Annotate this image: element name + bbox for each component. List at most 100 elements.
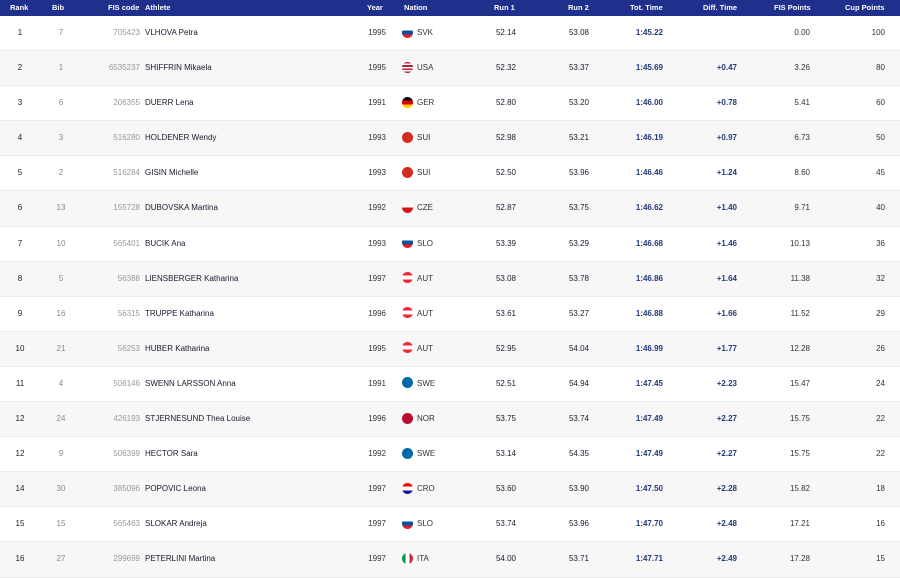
bib-cell: 30 [56,484,66,494]
table-row[interactable]: 9 16 56315 TRUPPE Katharina 1996 53.61 53.27 1:… [0,297,900,332]
svk-flag-icon [402,26,413,38]
run1-cell: 52.32 [495,63,516,73]
nation-cell: USA [402,51,433,85]
header-diff-time[interactable]: Diff. Time [703,3,737,12]
table-row[interactable]: 12 24 426193 STJERNESUND Thea Louise 1996 53.… [0,402,900,438]
run2-cell: 53.90 [568,484,589,494]
bib-cell: 24 [56,414,66,424]
table-row[interactable]: 8 5 56388 LIENSBERGER Katharina 1997 53.08 53.… [0,261,900,297]
athlete-name[interactable]: POPOVIC Leona [145,472,206,506]
year-cell: 1993 [368,238,386,248]
nation-cell: CRO [402,472,435,506]
table-row[interactable]: 16 27 299699 PETERLINI Martina 1997 54.00 53.7… [0,542,900,578]
total-time-cell: 1:46.46 [635,168,663,178]
header-rank[interactable]: Rank [10,3,28,12]
athlete-name[interactable]: SHIFFRIN Mikaela [145,51,212,85]
athlete-name[interactable]: LIENSBERGER Katharina [145,262,238,296]
cze-flag-icon [402,201,413,213]
run2-cell: 53.74 [568,414,589,424]
cup-points-cell: 22 [876,414,885,424]
athlete-name[interactable]: BUCIK Ana [145,227,185,261]
athlete-name[interactable]: HOLDENER Wendy [145,121,216,155]
fis-code-cell: 56253 [117,343,140,353]
cup-points-cell: 29 [876,308,885,318]
fis-points-cell: 12.28 [789,343,810,353]
aut-flag-icon [402,272,413,284]
total-time-cell: 1:46.00 [635,98,663,108]
rank-cell: 6 [17,203,23,213]
table-row[interactable]: 6 13 155728 DUBOVSKA Martina 1992 52.87 53.75 1… [0,191,900,227]
table-row[interactable]: 11 4 506146 SWENN LARSSON Anna 1991 52.51 54.9… [0,367,900,403]
bib-cell: 4 [58,378,64,388]
table-row[interactable]: 14 30 385096 POPOVIC Leona 1997 53.60 53.90 1:4… [0,472,900,508]
run1-cell: 53.61 [495,308,516,318]
header-tot-time[interactable]: Tot. Time [630,3,663,12]
table-row[interactable]: 2 1 6535237 SHIFFRIN Mikaela 1995 52.32 53.37 1… [0,51,900,87]
run2-cell: 53.96 [568,519,589,529]
aut-flag-icon [402,342,413,354]
nation-cell: ITA [402,542,429,576]
table-row[interactable]: 3 6 206355 DUERR Lena 1991 52.80 53.20 1:46.00 +… [0,86,900,122]
athlete-name[interactable]: DUERR Lena [145,86,193,120]
nation-cell: SUI [402,121,430,155]
header-fis-code[interactable]: FIS code [108,3,139,12]
fis-points-cell: 8.60 [794,168,810,178]
athlete-name[interactable]: SLOKAR Andreja [145,507,207,541]
header-athlete[interactable]: Athlete [145,3,170,12]
nation-code: AUT [417,273,433,283]
header-year[interactable]: Year [367,3,383,12]
table-row[interactable]: 1 7 705423 VLHOVA Petra 1995 52.14 53.08 1:45.2… [0,16,900,52]
year-cell: 1991 [368,378,386,388]
nation-cell: SWE [402,437,435,471]
rank-cell: 4 [17,133,23,143]
fis-points-cell: 0.00 [794,28,810,37]
run2-cell: 53.27 [568,308,589,318]
bib-cell: 16 [56,308,66,318]
total-time-cell: 1:46.99 [635,343,663,353]
results-table-header: Rank Bib FIS code Athlete Year Nation Ru… [0,0,900,16]
rank-cell: 2 [17,63,23,73]
table-row[interactable]: 15 15 565463 SLOKAR Andreja 1997 53.74 53.96 1:… [0,507,900,543]
header-cup-points[interactable]: Cup Points [845,3,885,12]
athlete-name[interactable]: PETERLINI Martina [145,542,215,576]
athlete-name[interactable]: TRUPPE Katharina [145,297,214,331]
table-row[interactable]: 10 21 56253 HUBER Katharina 1995 52.95 54.04 1:… [0,331,900,367]
year-cell: 1995 [368,343,386,353]
athlete-name[interactable]: HUBER Katharina [145,332,209,366]
bib-cell: 7 [58,28,64,37]
rank-cell: 12 [15,414,25,424]
header-bib[interactable]: Bib [52,3,64,12]
total-time-cell: 1:45.69 [635,63,663,73]
fis-code-cell: 206355 [113,98,140,108]
header-run1[interactable]: Run 1 [494,3,515,12]
rank-cell: 12 [15,449,25,459]
bib-cell: 13 [56,203,66,213]
year-cell: 1995 [368,63,386,73]
total-time-cell: 1:46.88 [635,308,663,318]
nation-cell: SVK [402,16,433,50]
header-fis-points[interactable]: FIS Points [774,3,811,12]
header-run2[interactable]: Run 2 [568,3,589,12]
athlete-name[interactable]: VLHOVA Petra [145,16,198,50]
table-row[interactable]: 5 2 516284 GISIN Michelle 1993 52.50 53.96 1:46… [0,156,900,192]
table-row[interactable]: 4 3 516280 HOLDENER Wendy 1993 52.98 53.21 1:46… [0,121,900,157]
table-row[interactable]: 7 10 565401 BUCIK Ana 1993 53.39 53.29 1:46.68 +… [0,227,900,262]
athlete-name[interactable]: DUBOVSKA Martina [145,191,218,225]
nation-cell: CZE [402,191,433,225]
diff-time-cell: +0.78 [716,98,737,108]
swe-flag-icon [402,447,413,459]
athlete-name[interactable]: GISIN Michelle [145,156,198,190]
athlete-name[interactable]: STJERNESUND Thea Louise [145,402,250,436]
fis-code-cell: 705423 [113,28,140,37]
year-cell: 1997 [368,484,386,494]
nation-cell: GER [402,86,434,120]
athlete-name[interactable]: SWENN LARSSON Anna [145,367,236,401]
athlete-name[interactable]: HECTOR Sara [145,437,198,471]
fis-points-cell: 5.41 [794,98,810,108]
table-row[interactable]: 12 9 506399 HECTOR Sara 1992 53.14 54.35 1:47.4… [0,437,900,473]
swe-flag-icon [402,377,413,389]
fis-code-cell: 56388 [117,273,140,283]
fis-points-cell: 17.28 [789,554,810,564]
header-nation[interactable]: Nation [404,3,427,12]
year-cell: 1997 [368,519,386,529]
